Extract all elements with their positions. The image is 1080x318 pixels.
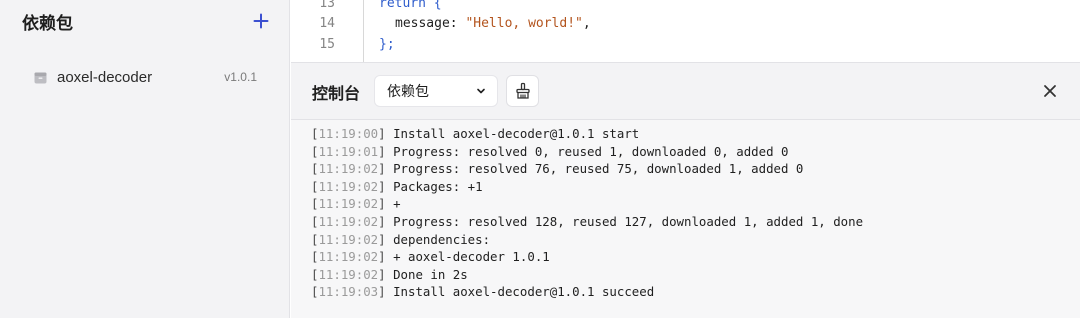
log-timestamp: 11:19:02: [318, 161, 379, 177]
log-timestamp: 11:19:03: [318, 284, 379, 300]
log-message: Install aoxel-decoder@1.0.1 succeed: [393, 284, 655, 300]
bracket: ]: [378, 284, 394, 300]
console-header: 控制台 依赖包: [291, 63, 1080, 120]
log-timestamp: 11:19:00: [318, 126, 379, 141]
log-line: [11:19:02] + aoxel-decoder 1.0.1: [311, 248, 1070, 266]
bracket: ]: [378, 126, 394, 141]
bracket: ]: [378, 196, 394, 212]
log-timestamp: 11:19:02: [318, 196, 379, 212]
code-line: 14 message: "Hello, world!",: [291, 14, 1080, 34]
punctuation: ,: [582, 16, 591, 31]
log-timestamp: 11:19:02: [318, 213, 379, 229]
select-value: 依赖包: [387, 84, 429, 100]
console-source-select[interactable]: 依赖包: [374, 75, 498, 107]
chevron-down-icon: [477, 88, 485, 94]
bracket: ]: [378, 178, 394, 194]
package-version: v1.0.1: [224, 70, 257, 84]
bracket: ]: [378, 213, 394, 229]
object-key: message:: [395, 16, 466, 31]
log-line: [11:19:02] Packages: +1: [311, 178, 1070, 196]
bracket: ]: [378, 231, 394, 247]
package-name: aoxel-decoder: [57, 68, 153, 86]
log-timestamp: 11:19:02: [318, 249, 379, 265]
log-line: [11:19:02] +: [311, 195, 1070, 213]
code-text: };: [379, 37, 395, 52]
log-timestamp: 11:19:02: [318, 266, 379, 282]
log-timestamp: 11:19:01: [318, 143, 379, 159]
log-line: [11:19:02] Done in 2s: [311, 266, 1070, 284]
broom-icon: [515, 82, 530, 99]
log-message: Done in 2s: [393, 266, 468, 282]
log-message: Install aoxel-decoder@1.0.1 start: [393, 126, 640, 141]
bracket: ]: [378, 266, 394, 282]
log-line: [11:19:02] dependencies:: [311, 231, 1070, 249]
line-number: 14: [319, 16, 335, 31]
log-timestamp: 11:19:02: [318, 231, 379, 247]
code-editor[interactable]: 13 return { 14 message: "Hello, world!",…: [291, 0, 1080, 62]
line-number: 13: [319, 0, 335, 11]
close-console-button[interactable]: [1040, 81, 1060, 101]
log-line: [11:19:03] Install aoxel-decoder@1.0.1 s…: [311, 283, 1070, 301]
log-message: Progress: resolved 128, reused 127, down…: [393, 213, 864, 229]
log-message: + aoxel-decoder 1.0.1: [393, 249, 550, 265]
string-literal: "Hello, world!": [465, 16, 583, 31]
log-message: Packages: +1: [393, 178, 483, 194]
code-text: message: "Hello, world!",: [395, 14, 591, 34]
code-text: return {: [379, 0, 442, 11]
clear-console-button[interactable]: [506, 75, 539, 107]
log-message: Progress: resolved 0, reused 1, download…: [393, 143, 789, 159]
console-log: [11:19:00] Install aoxel-decoder@1.0.1 s…: [311, 125, 1070, 301]
package-item[interactable]: aoxel-decoder v1.0.1: [34, 66, 257, 88]
log-line: [11:19:02] Progress: resolved 76, reused…: [311, 160, 1070, 178]
bracket: ]: [378, 143, 394, 159]
log-message: Progress: resolved 76, reused 75, downlo…: [393, 161, 804, 177]
sidebar-header: 依赖包: [22, 8, 271, 34]
dependencies-sidebar: 依赖包 aoxel-decoder v1.0.1: [0, 0, 290, 318]
log-message: dependencies:: [393, 231, 491, 247]
bracket: ]: [378, 249, 394, 265]
code-line: 13 return {: [291, 0, 1080, 14]
close-icon: [1044, 85, 1056, 97]
bracket: ]: [378, 161, 394, 177]
package-icon: [34, 70, 48, 84]
log-line: [11:19:01] Progress: resolved 0, reused …: [311, 143, 1070, 161]
sidebar-title: 依赖包: [22, 13, 73, 34]
console-title: 控制台: [312, 84, 361, 103]
console-panel: 控制台 依赖包 [11:19:00] Install aoxel-decoder…: [291, 62, 1080, 318]
line-number: 15: [319, 37, 335, 52]
log-message: +: [393, 196, 401, 212]
log-line: [11:19:02] Progress: resolved 128, reuse…: [311, 213, 1070, 231]
log-line: [11:19:00] Install aoxel-decoder@1.0.1 s…: [311, 125, 1070, 143]
plus-icon: [253, 13, 269, 29]
log-timestamp: 11:19:02: [318, 178, 379, 194]
code-line: 15 };: [291, 35, 1080, 55]
add-package-button[interactable]: [251, 11, 271, 31]
